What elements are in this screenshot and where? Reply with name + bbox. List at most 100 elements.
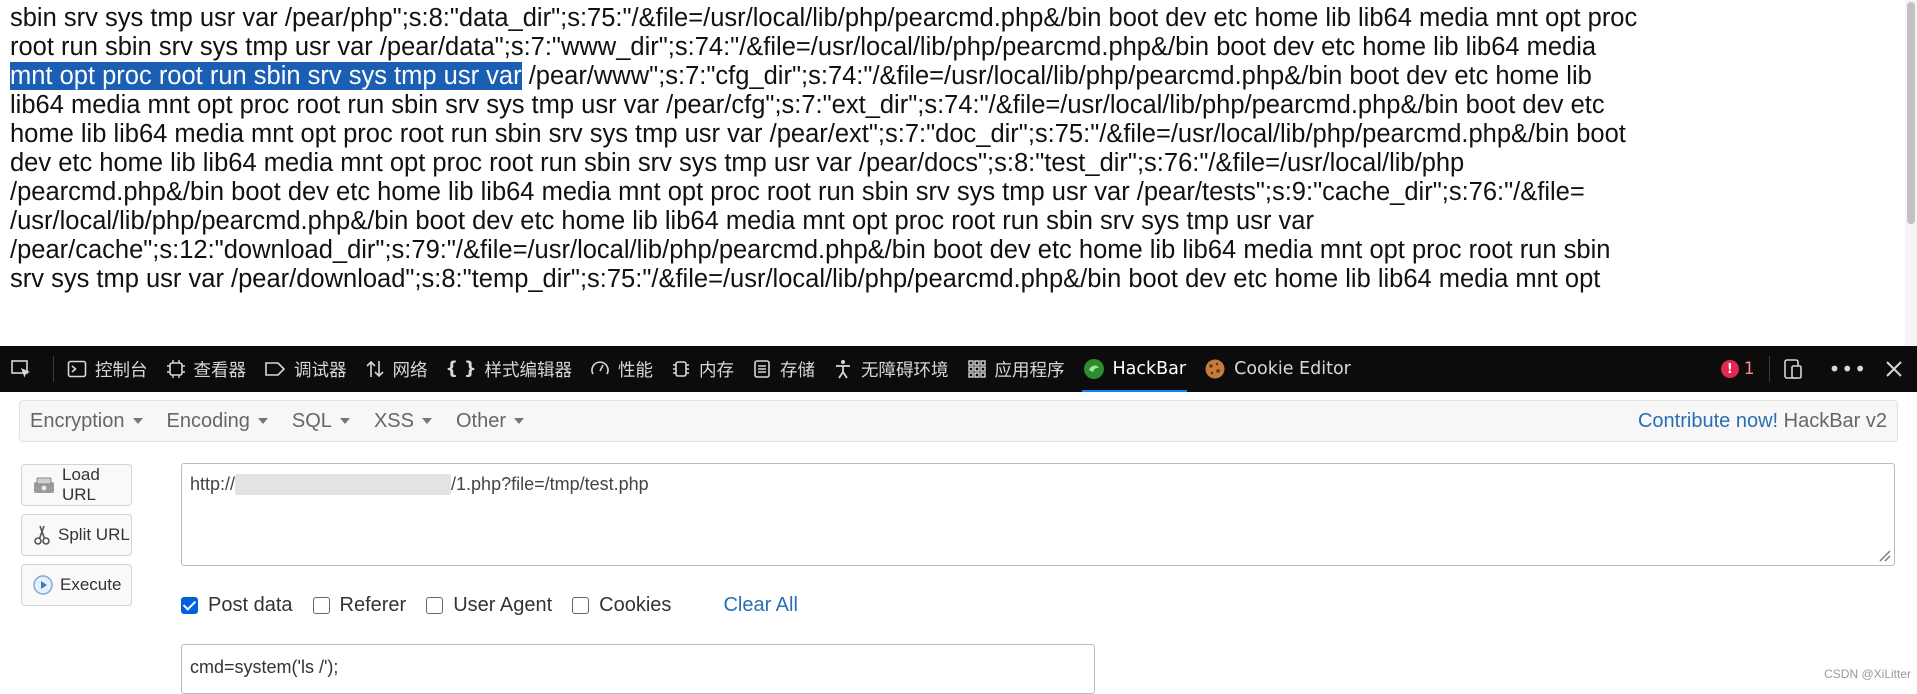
- split-url-button[interactable]: Split URL: [21, 514, 132, 556]
- storage-icon: [754, 360, 770, 378]
- contribute-area: Contribute now! HackBar v2: [1638, 410, 1887, 433]
- output-line: srv sys tmp usr var /pear/download";s:8:…: [10, 265, 1601, 293]
- watermark: CSDN @XiLitter: [1824, 667, 1911, 681]
- user-agent-option[interactable]: User Agent: [426, 594, 552, 617]
- menu-encoding[interactable]: Encoding: [157, 410, 278, 433]
- load-url-icon: [34, 477, 54, 493]
- hackbar-version: HackBar v2: [1783, 409, 1887, 432]
- clear-all-link[interactable]: Clear All: [723, 594, 797, 617]
- caret-down-icon: [421, 418, 432, 424]
- toolbar-right-controls: ! 1 •••: [1711, 346, 1917, 392]
- tab-style-editor[interactable]: { } 样式编辑器: [437, 346, 582, 392]
- load-url-button[interactable]: Load URL: [21, 464, 132, 506]
- selected-text: mnt opt proc root run sbin srv sys tmp u…: [10, 62, 522, 90]
- console-icon: [67, 360, 87, 378]
- toolbar-divider: [53, 356, 54, 382]
- cookies-checkbox[interactable]: [572, 597, 590, 614]
- grid-icon: [967, 360, 986, 378]
- close-icon: [1886, 361, 1902, 377]
- user-agent-checkbox[interactable]: [426, 597, 444, 614]
- debugger-icon: [265, 362, 286, 376]
- gauge-icon: [591, 361, 609, 375]
- output-line-rest: /pear/www";s:7:"cfg_dir";s:74:"/&file=/u…: [528, 62, 1592, 90]
- tab-accessibility[interactable]: 无障碍环境: [824, 346, 958, 392]
- menu-other[interactable]: Other: [446, 410, 534, 433]
- tab-debugger[interactable]: 调试器: [255, 346, 356, 392]
- menu-label: Encoding: [166, 409, 250, 432]
- tab-label: 存储: [780, 360, 816, 381]
- button-label: Execute: [60, 575, 122, 594]
- tab-cookie-editor[interactable]: Cookie Editor: [1195, 346, 1360, 392]
- menu-label: SQL: [291, 409, 332, 432]
- tab-console[interactable]: 控制台: [58, 346, 157, 392]
- error-count-badge[interactable]: ! 1: [1711, 359, 1765, 379]
- tab-application[interactable]: 应用程序: [958, 346, 1074, 392]
- inspector-icon: [166, 360, 185, 378]
- tab-label: 性能: [618, 360, 654, 381]
- page-scrollbar[interactable]: [1905, 0, 1917, 346]
- button-label: Split URL: [58, 525, 130, 544]
- menu-label: XSS: [373, 409, 414, 432]
- devtools-toolbar: 控制台 查看器 调试器 网络 { } 样式编辑器 性能 内存 存储 无障碍环境 …: [0, 346, 1917, 392]
- tab-label: 网络: [392, 360, 428, 381]
- tab-label: 内存: [699, 360, 735, 381]
- tab-label: Cookie Editor: [1234, 359, 1351, 379]
- referer-option[interactable]: Referer: [312, 594, 407, 617]
- post-data-textarea[interactable]: cmd=system('ls /');: [181, 644, 1095, 694]
- cookies-option[interactable]: Cookies: [572, 594, 671, 617]
- pick-element-icon: [11, 360, 30, 378]
- caret-down-icon: [339, 418, 350, 424]
- option-label: User Agent: [453, 594, 553, 616]
- option-label: Referer: [339, 594, 407, 616]
- option-label: Cookies: [599, 594, 672, 616]
- hackbar-menu-bar: Encryption Encoding SQL XSS Other Contri…: [19, 400, 1898, 442]
- post-data-checkbox[interactable]: [181, 597, 198, 614]
- tab-storage[interactable]: 存储: [743, 346, 824, 392]
- close-devtools-button[interactable]: [1876, 346, 1917, 392]
- menu-label: Encryption: [30, 409, 125, 432]
- menu-encryption[interactable]: Encryption: [20, 410, 153, 433]
- redacted-host: xxxxxxxxxxxxxxxxxxxxxxxx: [235, 474, 452, 495]
- caret-down-icon: [514, 418, 524, 424]
- error-count: 1: [1743, 359, 1755, 379]
- url-suffix: /1.php?file=/tmp/test.php: [451, 474, 649, 494]
- request-options: Post data Referer User Agent Cookies Cle…: [181, 594, 798, 617]
- tab-label: 应用程序: [994, 360, 1065, 381]
- post-data-option[interactable]: Post data: [181, 594, 293, 617]
- tab-label: HackBar: [1112, 359, 1187, 379]
- tab-inspector[interactable]: 查看器: [157, 346, 256, 392]
- tab-label: 样式编辑器: [484, 360, 573, 381]
- tab-label: 无障碍环境: [861, 360, 949, 381]
- caret-down-icon: [257, 418, 268, 424]
- accessibility-icon: [836, 360, 851, 379]
- url-textarea[interactable]: http://xxxxxxxxxxxxxxxxxxxxxxxx/1.php?fi…: [181, 463, 1895, 566]
- menu-xss[interactable]: XSS: [364, 410, 442, 433]
- menu-sql[interactable]: SQL: [282, 410, 360, 433]
- execute-button[interactable]: Execute: [21, 564, 132, 606]
- more-options-button[interactable]: •••: [1820, 346, 1876, 392]
- scrollbar-thumb[interactable]: [1907, 2, 1915, 224]
- ellipsis-icon: •••: [1828, 357, 1867, 381]
- cookie-icon: [1205, 359, 1225, 379]
- tab-label: 查看器: [193, 360, 247, 381]
- tab-performance[interactable]: 性能: [581, 346, 662, 392]
- post-body: cmd=system('ls /');: [190, 657, 339, 677]
- tab-hackbar[interactable]: HackBar: [1074, 346, 1196, 392]
- page-output-text: sbin srv sys tmp usr var /pear/php";s:8:…: [0, 0, 1905, 346]
- error-icon: !: [1720, 360, 1739, 378]
- menu-label: Other: [455, 409, 506, 432]
- tab-memory[interactable]: 内存: [662, 346, 743, 392]
- hackbar-icon: [1083, 359, 1104, 379]
- tab-label: 控制台: [95, 360, 148, 381]
- scissors-icon: [34, 525, 50, 545]
- play-icon: [33, 575, 53, 595]
- option-label: Post data: [208, 594, 293, 616]
- tab-network[interactable]: 网络: [356, 346, 437, 392]
- referer-checkbox[interactable]: [312, 597, 330, 614]
- contribute-link[interactable]: Contribute now!: [1638, 410, 1778, 432]
- tab-pick-element[interactable]: [0, 346, 49, 392]
- memory-icon: [673, 361, 690, 377]
- braces-icon: { }: [445, 359, 477, 379]
- resize-handle-icon[interactable]: [1875, 546, 1891, 562]
- dock-toggle-button[interactable]: [1774, 346, 1820, 392]
